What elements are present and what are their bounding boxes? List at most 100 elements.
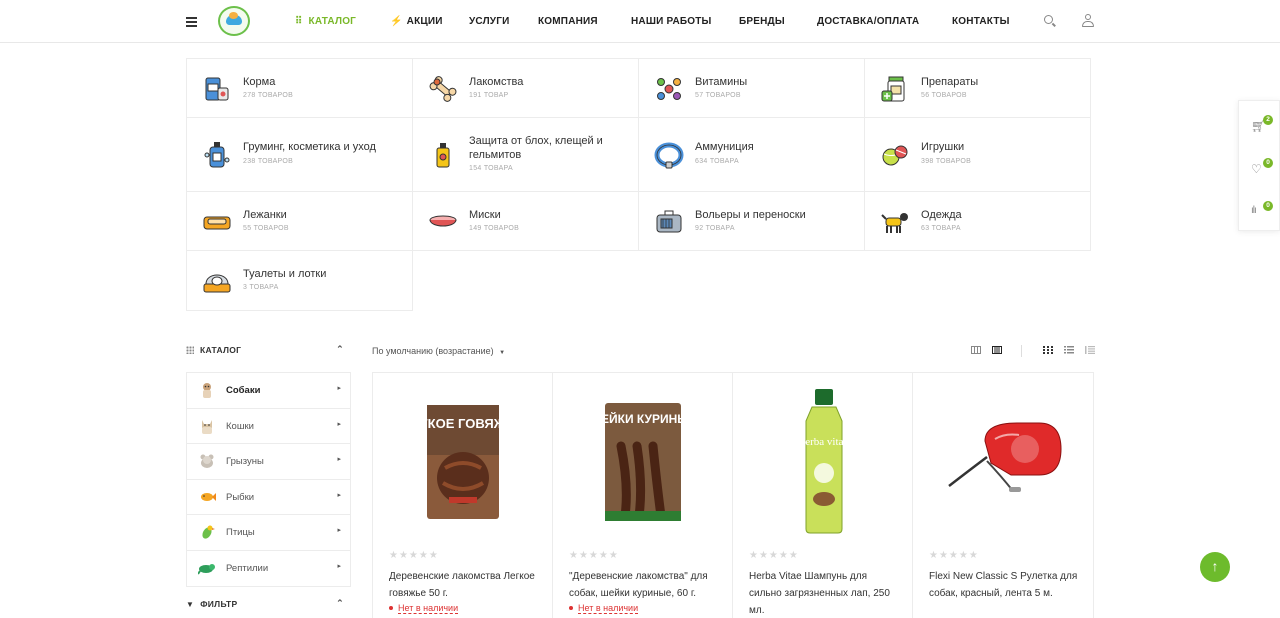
nav-contacts[interactable]: Контакты (952, 16, 1010, 27)
nav-services[interactable]: Услуги (469, 16, 510, 27)
filter-icon: ▼ (186, 600, 195, 609)
scroll-to-top-button[interactable]: ↑ (1200, 552, 1230, 582)
reptile-icon (198, 563, 215, 575)
nav-brands[interactable]: Бренды (739, 16, 785, 27)
compare-icon: ılı (1251, 205, 1257, 216)
rodent-icon (200, 454, 214, 468)
product-image[interactable] (941, 421, 1063, 501)
sidebar-item-reptiles[interactable]: Рептилии ▸ (187, 551, 350, 587)
chevron-right-icon: ▸ (337, 385, 341, 392)
stock-status: Нет в наличии (389, 603, 459, 614)
dog-icon (203, 383, 211, 398)
lightning-icon: ⚡ (390, 16, 403, 27)
category-toys[interactable]: Игрушки 398 товаров (864, 117, 1091, 192)
view-small-tiles-icon[interactable] (971, 346, 981, 354)
product-grid: ЛЕГКОЕ ГОВЯЖЬЕ ★★★★★ Деревенские лакомст… (372, 372, 1094, 618)
wishlist-button[interactable]: ♡ 0 (1239, 146, 1280, 189)
chevron-right-icon: ▸ (337, 562, 341, 570)
sidebar-catalog-list: Собаки ▸ Кошки ▸ Грызуны ▸ Рыбки ▸ Птицы… (186, 372, 351, 587)
grid-icon (186, 346, 194, 354)
category-carriers[interactable]: Вольеры и переноски 92 товара (638, 191, 865, 251)
food-bag-icon (205, 77, 229, 101)
site-logo[interactable] (218, 6, 250, 36)
category-clothes[interactable]: Одежда 63 товара (864, 191, 1091, 251)
sidebar-item-fish[interactable]: Рыбки ▸ (187, 480, 350, 515)
product-image[interactable]: ЛЕГКОЕ ГОВЯЖЬЕ (425, 403, 501, 521)
category-bowls[interactable]: Миски 149 товаров (412, 191, 639, 251)
rating-stars: ★★★★★ (569, 550, 619, 561)
category-flea-protection[interactable]: Защита от блох, клещей и гельмитов 154 т… (412, 117, 639, 192)
nav-promotions[interactable]: ⚡ Акции (390, 16, 443, 27)
view-grid-icon[interactable] (1043, 346, 1053, 354)
rating-stars: ★★★★★ (929, 550, 979, 561)
dog-clothes-icon (881, 213, 908, 233)
sidebar-item-birds[interactable]: Птицы ▸ (187, 515, 350, 551)
cat-icon (202, 419, 212, 434)
svg-text:ШЕЙКИ КУРИНЫЕ: ШЕЙКИ КУРИНЫЕ (603, 411, 683, 426)
header: ⠿ Каталог ⚡ Акции Услуги Компания Наши раб… (0, 0, 1280, 43)
product-card[interactable]: herba vitae ★★★★★ Herba Vitae Шампунь дл… (733, 373, 913, 618)
product-card[interactable]: ЛЕГКОЕ ГОВЯЖЬЕ ★★★★★ Деревенские лакомст… (373, 373, 553, 618)
cart-button[interactable]: 🛒︎ 2 (1239, 103, 1280, 146)
fish-icon (201, 492, 216, 501)
bird-icon (202, 525, 215, 539)
category-treats[interactable]: Лакомства 191 товар (412, 58, 639, 118)
stock-status: Нет в наличии (569, 603, 639, 614)
category-ammunition[interactable]: Аммуниция 634 товара (638, 117, 865, 192)
product-image[interactable]: ШЕЙКИ КУРИНЫЕ (603, 401, 683, 523)
rating-stars: ★★★★★ (389, 550, 439, 561)
sidebar-item-dogs[interactable]: Собаки ▸ (187, 373, 350, 409)
view-large-tiles-icon[interactable] (992, 346, 1002, 354)
sort-dropdown[interactable]: По умолчанию (возрастание) ▼ (372, 346, 505, 356)
chevron-right-icon: ▸ (337, 456, 341, 463)
spray-icon (436, 143, 450, 168)
user-icon[interactable] (1081, 14, 1095, 28)
vitamins-icon (657, 78, 681, 100)
view-list-icon[interactable] (1064, 346, 1074, 354)
floating-panel: 🛒︎ 2 ♡ 0 ılı 0 (1238, 100, 1280, 231)
category-grooming[interactable]: Груминг, косметика и уход 238 товаров (186, 117, 413, 192)
nav-company[interactable]: Компания (538, 16, 598, 27)
sidebar-item-cats[interactable]: Кошки ▸ (187, 409, 350, 444)
chevron-right-icon: ▸ (337, 527, 341, 534)
product-card[interactable]: ШЕЙКИ КУРИНЫЕ ★★★★★ "Деревенские лакомст… (553, 373, 733, 618)
sidebar-filter-header[interactable]: ▼ Фильтр ⌃ (186, 598, 350, 609)
chevron-up-icon[interactable]: ⌃ (336, 598, 344, 609)
search-icon[interactable] (1043, 14, 1057, 28)
arrow-up-icon: ↑ (1211, 558, 1219, 574)
category-food[interactable]: Корма 278 товаров (186, 58, 413, 118)
bowl-icon (429, 215, 457, 227)
divider (1021, 345, 1022, 357)
chevron-up-icon[interactable]: ⌃ (336, 344, 344, 355)
ball-icon (882, 145, 908, 166)
category-medicine[interactable]: Препараты 56 товаров (864, 58, 1091, 118)
burger-menu-icon[interactable] (186, 17, 197, 27)
product-image[interactable]: herba vitae (798, 387, 850, 535)
product-card[interactable]: ★★★★★ Flexi New Classic S Рулетка для со… (913, 373, 1093, 618)
rating-stars: ★★★★★ (749, 550, 799, 561)
svg-text:herba vitae: herba vitae (800, 436, 849, 448)
grid-icon: ⠿ (295, 16, 303, 27)
caret-down-icon: ▼ (499, 350, 506, 356)
heart-icon: ♡ (1251, 162, 1262, 176)
category-vitamins[interactable]: Витамины 57 товаров (638, 58, 865, 118)
medicine-icon (881, 76, 905, 102)
compare-button[interactable]: ılı 0 (1239, 189, 1280, 232)
chevron-right-icon: ▸ (337, 420, 341, 428)
nav-catalog[interactable]: ⠿ Каталог (295, 16, 356, 27)
view-table-icon[interactable] (1085, 346, 1095, 354)
carrier-icon (656, 210, 682, 233)
category-beds[interactable]: Лежанки 55 товаров (186, 191, 413, 251)
svg-text:ЛЕГКОЕ ГОВЯЖЬЕ: ЛЕГКОЕ ГОВЯЖЬЕ (425, 416, 501, 431)
chevron-right-icon: ▸ (337, 491, 341, 499)
collar-icon (654, 142, 684, 169)
nav-our-works[interactable]: Наши работы (631, 16, 712, 27)
sidebar-item-rodents[interactable]: Грызуны ▸ (187, 444, 350, 480)
shampoo-icon (204, 142, 230, 168)
bone-icon (429, 76, 457, 102)
category-toilets[interactable]: Туалеты и лотки 3 товара (186, 250, 413, 311)
bed-icon (203, 216, 231, 230)
nav-delivery[interactable]: Доставка/оплата (817, 16, 919, 27)
litter-box-icon (203, 274, 231, 293)
sidebar-catalog-header[interactable]: Каталог ⌃ (186, 344, 350, 359)
